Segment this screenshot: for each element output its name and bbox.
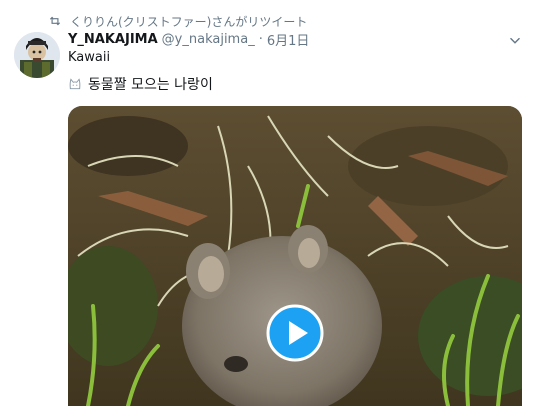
user-handle[interactable]: @y_nakajima_ <box>162 32 255 47</box>
tweet-text-line-1: Kawaii <box>68 50 111 65</box>
retweet-context: くりりん(クリストファー)さんがリツイート <box>48 12 307 30</box>
video-media[interactable] <box>68 106 522 406</box>
avatar[interactable] <box>14 32 60 78</box>
tweet[interactable]: くりりん(クリストファー)さんがリツイート Y_NAKAJIMA @y_naka… <box>0 0 538 406</box>
chevron-down-icon[interactable] <box>508 34 522 48</box>
cat-face-icon <box>69 78 81 90</box>
tweet-header: Y_NAKAJIMA @y_nakajima_ · 6月1日 <box>68 30 310 49</box>
retweet-icon <box>49 16 61 26</box>
display-name[interactable]: Y_NAKAJIMA <box>68 32 158 47</box>
retweet-text[interactable]: くりりん(クリストファー)さんがリツイート <box>70 13 307 30</box>
profile-avatar <box>14 32 60 78</box>
tweet-text-line-2: 동물짤 모으는 나랑이 <box>88 77 213 93</box>
tweet-date[interactable]: 6月1日 <box>267 30 310 49</box>
play-button-icon[interactable] <box>266 304 324 362</box>
separator-dot: · <box>258 31 263 47</box>
tweet-text-line-2-wrapper: 동물짤 모으는 나랑이 <box>68 74 213 94</box>
